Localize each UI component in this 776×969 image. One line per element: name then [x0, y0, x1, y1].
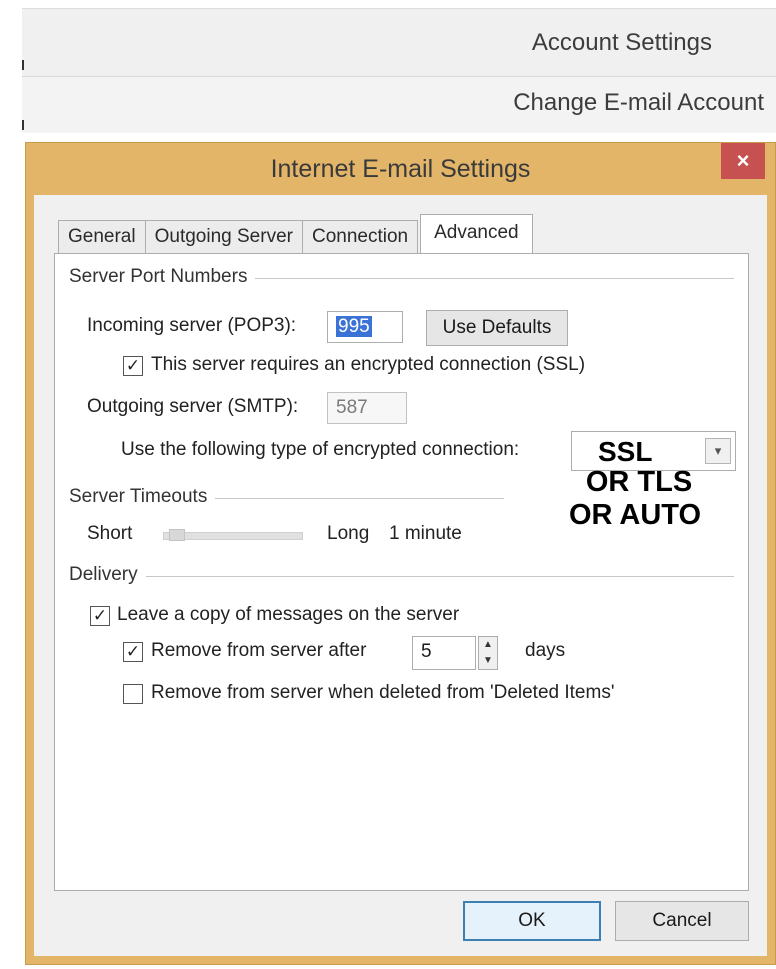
tab-general[interactable]: General [58, 220, 146, 253]
spin-down-icon[interactable]: ▼ [479, 653, 497, 669]
annotation-or-auto: OR AUTO [568, 499, 702, 531]
change-email-account-window: Change E-mail Account [22, 76, 776, 133]
window-edge-mark [22, 120, 24, 130]
dialog-client-area: General Outgoing Server Connection Advan… [34, 195, 767, 956]
change-email-account-title: Change E-mail Account [513, 89, 764, 116]
internet-email-settings-dialog: Internet E-mail Settings × General Outgo… [25, 142, 776, 965]
server-port-numbers-heading: Server Port Numbers [69, 266, 248, 287]
remove-after-checkbox[interactable]: ✓ [123, 642, 143, 662]
remove-after-label: Remove from server after [151, 640, 367, 661]
ok-button[interactable]: OK [463, 901, 601, 941]
chevron-down-icon[interactable]: ▾ [705, 438, 731, 464]
cancel-button[interactable]: Cancel [615, 901, 749, 941]
timeout-slider-thumb[interactable] [169, 529, 185, 541]
group-divider [255, 277, 734, 279]
account-settings-window: Account Settings [22, 8, 776, 77]
check-icon: ✓ [125, 642, 141, 661]
group-divider [145, 575, 734, 577]
server-port-numbers-group: Server Port Numbers [69, 266, 734, 288]
remove-when-deleted-label: Remove from server when deleted from 'De… [151, 682, 615, 703]
timeout-value: 1 minute [389, 523, 462, 544]
check-icon: ✓ [92, 606, 108, 625]
days-spinner[interactable]: ▲ ▼ [478, 636, 498, 670]
remove-after-days-field[interactable]: 5 [412, 636, 476, 670]
delivery-heading: Delivery [69, 564, 138, 585]
timeout-long-label: Long [327, 523, 370, 544]
group-divider [215, 497, 504, 499]
incoming-server-label: Incoming server (POP3): [87, 315, 297, 336]
spin-up-icon[interactable]: ▲ [479, 637, 497, 653]
tab-advanced[interactable]: Advanced [420, 214, 533, 253]
tab-strip: General Outgoing Server Connection Advan… [58, 214, 533, 253]
use-defaults-button[interactable]: Use Defaults [426, 310, 568, 346]
days-label: days [525, 640, 566, 661]
incoming-port-value: 995 [336, 316, 372, 337]
window-edge-mark [22, 60, 24, 70]
encryption-type-value: SSL [598, 436, 653, 467]
leave-copy-label: Leave a copy of messages on the server [117, 604, 460, 625]
advanced-tab-panel: Server Port Numbers Incoming server (POP… [54, 253, 749, 891]
tab-connection[interactable]: Connection [301, 220, 419, 253]
outgoing-server-label: Outgoing server (SMTP): [87, 396, 299, 417]
incoming-port-field[interactable]: 995 [327, 311, 403, 343]
timeout-short-label: Short [87, 523, 133, 544]
close-icon: × [736, 148, 750, 173]
leave-copy-checkbox[interactable]: ✓ [90, 606, 110, 626]
ssl-checkbox-label: This server requires an encrypted connec… [151, 354, 586, 375]
account-settings-title: Account Settings [531, 29, 712, 56]
close-button[interactable]: × [721, 143, 765, 179]
remove-when-deleted-checkbox[interactable] [123, 684, 143, 704]
check-icon: ✓ [125, 356, 141, 375]
outgoing-port-field[interactable]: 587 [327, 392, 407, 424]
server-timeouts-heading: Server Timeouts [69, 486, 208, 507]
tab-outgoing-server[interactable]: Outgoing Server [144, 220, 303, 253]
delivery-group: Delivery [69, 564, 734, 586]
ssl-checkbox[interactable]: ✓ [123, 356, 143, 376]
encryption-type-label: Use the following type of encrypted conn… [121, 439, 520, 460]
dialog-title: Internet E-mail Settings [270, 155, 531, 183]
